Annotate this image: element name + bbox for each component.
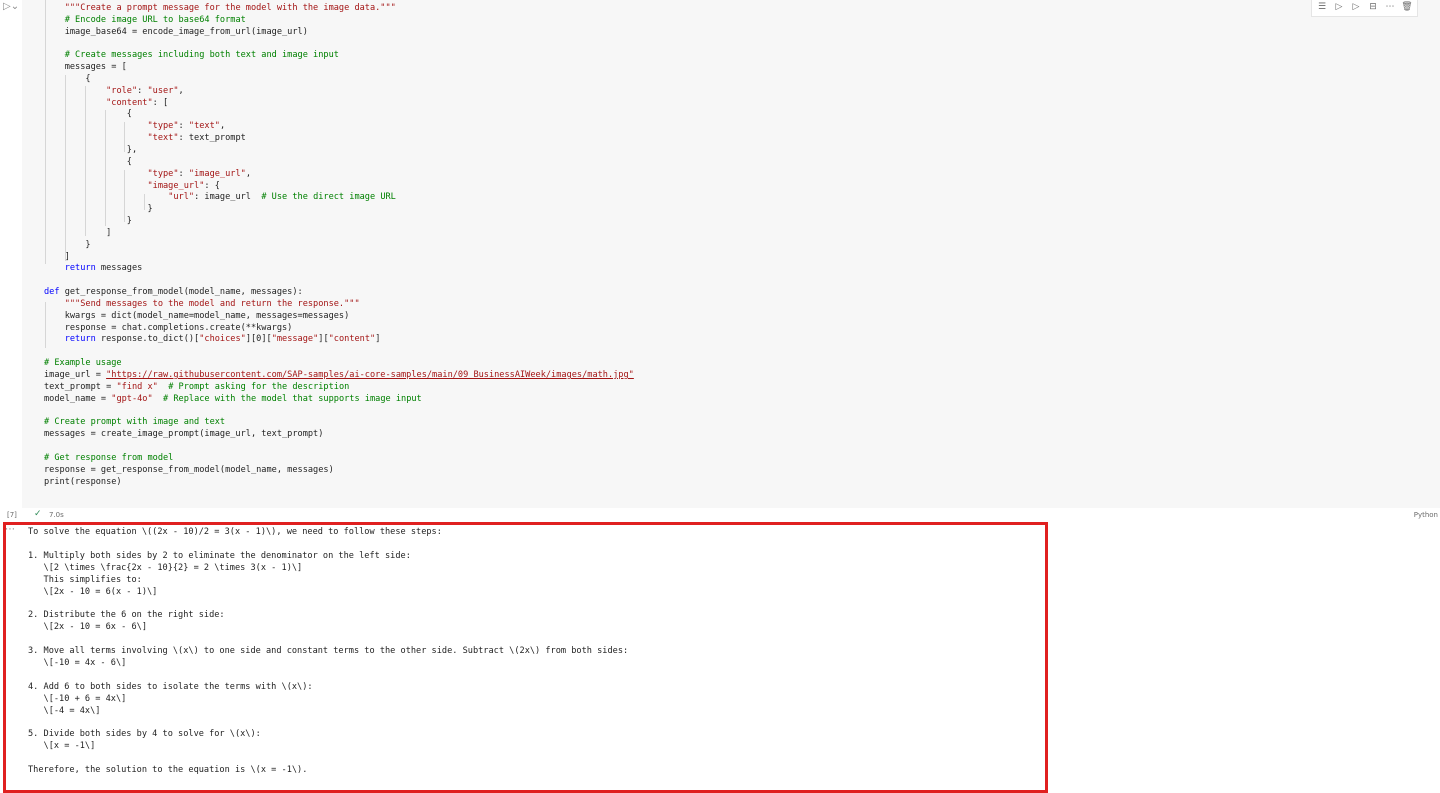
more-icon[interactable]: ⋯	[1383, 0, 1397, 15]
cell-output: To solve the equation \((2x - 10)/2 = 3(…	[28, 527, 629, 776]
split-cell-icon[interactable]: ⊟	[1366, 0, 1380, 15]
execution-count: [7]	[7, 511, 17, 519]
execution-time: 7.0s	[49, 511, 64, 519]
cell-gutter: ▷⌄	[0, 0, 22, 508]
execute-above-icon[interactable]: ▷	[1332, 0, 1346, 15]
run-by-line-icon[interactable]: ☰	[1315, 0, 1329, 15]
success-check-icon: ✓	[34, 509, 42, 519]
cell-status-bar: [7] ✓ 7.0s Python	[0, 508, 1440, 522]
cell-toolbar: ☰ ▷ ▷ ⊟ ⋯ 🗑	[1311, 0, 1418, 17]
run-cell-icon[interactable]: ▷⌄	[3, 1, 21, 15]
execute-below-icon[interactable]: ▷	[1349, 0, 1363, 15]
code-editor[interactable]: def create_image_prompt(image_url, text_…	[44, 0, 634, 488]
language-label[interactable]: Python	[1414, 511, 1438, 519]
delete-icon[interactable]: 🗑	[1400, 0, 1414, 15]
code-cell[interactable]: ▷⌄ ☰ ▷ ▷ ⊟ ⋯ 🗑 def create_image_prompt(i…	[0, 0, 1440, 508]
